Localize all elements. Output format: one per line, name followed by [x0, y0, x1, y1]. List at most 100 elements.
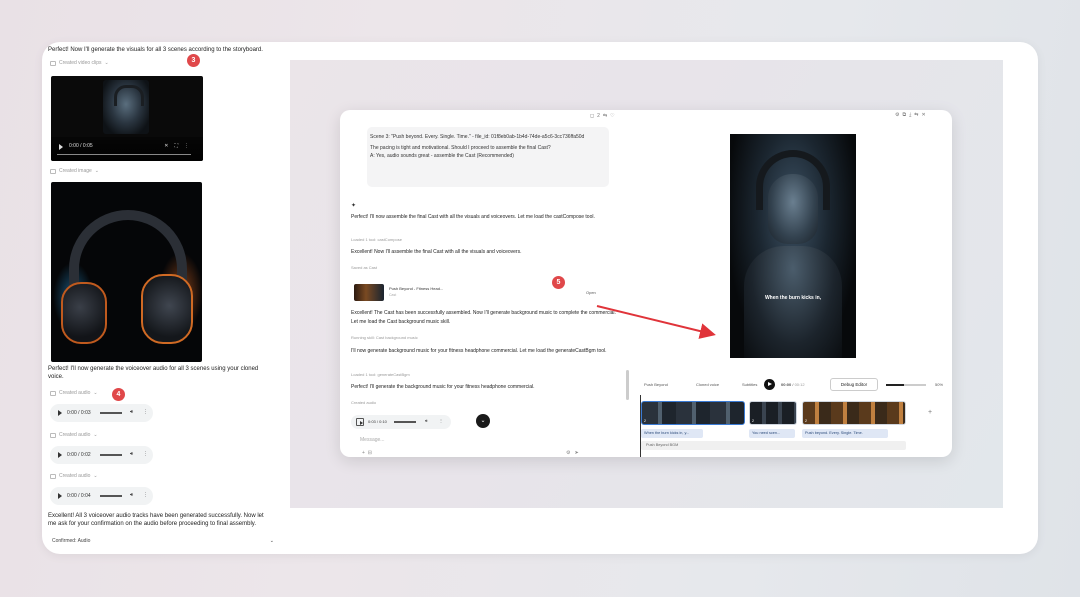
subtitle-chip-2[interactable]: You need scen... — [749, 429, 795, 438]
preview-video[interactable]: When the burn kicks in, — [730, 134, 856, 358]
audio-done-message: Excellent! All 3 voiceover audio tracks … — [48, 513, 264, 527]
video-player[interactable]: 0:00 / 0:05 ✕⛶⋮ — [51, 76, 203, 161]
audio-icon — [50, 390, 56, 396]
created-image-meta[interactable]: Created image ⌄ — [50, 168, 99, 174]
sparkle-icon: ✦ — [351, 203, 357, 209]
add-clip-icon[interactable]: + — [928, 409, 932, 416]
more-icon[interactable]: ⋮ — [439, 418, 443, 423]
audio-player-3[interactable]: 0:00 / 0:04 🔊︎ ⋮ — [50, 487, 153, 505]
timeline-clip-3[interactable]: 2 — [802, 401, 906, 425]
scroll-down-button[interactable]: ⌄ — [476, 414, 490, 428]
cast-title: Push Beyond - Fitness Head... — [389, 286, 444, 291]
cast-card[interactable]: Push Beyond - Fitness Head... Cast Open — [351, 281, 603, 303]
more-icon[interactable]: ⋮ — [184, 143, 195, 149]
volume-icon[interactable]: 🔊︎ — [130, 451, 133, 457]
music-track[interactable]: Push Beyond BGM — [641, 441, 906, 450]
play-icon[interactable] — [58, 452, 62, 458]
zoom-slider[interactable] — [886, 384, 926, 386]
cast-app-window: ◻2⇆♡ Scene 3: "Push beyond. Every. Singl… — [340, 110, 952, 457]
created-audio-meta[interactable]: Created audio — [351, 400, 376, 405]
chat-pane: ◻2⇆♡ Scene 3: "Push beyond. Every. Singl… — [340, 110, 632, 457]
created-audio-label: Created audio — [59, 473, 91, 479]
timeline-play-button[interactable] — [764, 379, 775, 390]
chevron-down-icon: ⌄ — [104, 60, 109, 66]
question-card: Scene 3: "Push beyond. Every. Single. Ti… — [367, 127, 609, 187]
mute-icon[interactable]: ✕ — [164, 143, 174, 149]
saved-cast-meta[interactable]: Saved as Cast — [351, 265, 377, 270]
audio-time: 0:00 / 0:03 — [67, 410, 91, 416]
play-icon[interactable] — [58, 493, 62, 499]
chevron-down-icon: ⌄ — [93, 432, 98, 438]
audio-progress[interactable] — [100, 454, 122, 456]
screenshot-stage: ◻2⇆♡ Scene 3: "Push beyond. Every. Singl… — [290, 60, 1003, 508]
chat-scrollbar[interactable] — [626, 370, 629, 400]
bgm-audio-player[interactable]: 0:03 / 0:10 🔊︎ ⋮ — [351, 415, 451, 429]
headphone-cup-right — [141, 274, 193, 344]
bgm-audio-progress[interactable] — [394, 421, 416, 423]
audio-time: 0:00 / 0:02 — [67, 452, 91, 458]
clip-label: 2 — [805, 419, 807, 423]
audio-player-2[interactable]: 0:00 / 0:02 🔊︎ ⋮ — [50, 446, 153, 464]
audio-icon — [50, 473, 56, 479]
audio-progress[interactable] — [100, 495, 122, 497]
track-push-beyond[interactable]: Push Beyond — [644, 382, 668, 387]
voiceover-message: Perfect! I'll now generate the voiceover… — [48, 366, 259, 380]
chevron-down-icon: ⌄ — [94, 168, 99, 174]
volume-icon[interactable]: 🔊︎ — [425, 418, 428, 423]
confirmed-audio-row[interactable]: Confirmed: Audio ⌄ — [52, 538, 274, 544]
preview-pane: ⚙⧉⤓⇆✕ When the burn kicks in, Push Beyon… — [632, 110, 952, 457]
created-image-label: Created image — [59, 168, 92, 174]
send-icon[interactable]: ➤ — [574, 450, 582, 456]
tool-meta-1[interactable]: Loaded 1 tool: castCompose — [351, 237, 402, 242]
play-icon[interactable] — [59, 144, 63, 150]
cast-subtitle: Cast — [389, 293, 397, 297]
chevron-down-icon: ⌄ — [93, 473, 98, 479]
more-icon[interactable]: ⋮ — [143, 409, 148, 415]
created-audio-meta-3[interactable]: Created audio ⌄ — [50, 473, 98, 479]
skill-meta[interactable]: Running skill: Cast background music — [351, 335, 418, 340]
preview-top-icons: ⚙⧉⤓⇆✕ — [895, 112, 929, 118]
audio-player-1[interactable]: 0:00 / 0:03 🔊︎ ⋮ — [50, 404, 153, 422]
step-badge-3: 3 — [187, 54, 200, 67]
created-video-meta[interactable]: Created video clips ⌄ — [50, 60, 109, 66]
tool-meta-2[interactable]: Loaded 1 tool: generateCastBgm — [351, 372, 410, 377]
input-right-icons: ⚙➤ — [566, 450, 583, 456]
more-icon[interactable]: ⋮ — [143, 492, 148, 498]
chat-message-4: I'll now generate background music for y… — [351, 348, 607, 354]
track-subtitles[interactable]: Subtitles — [742, 382, 757, 387]
created-audio-label: Created audio — [59, 390, 91, 396]
attach-icon[interactable]: ⊟ — [368, 450, 372, 456]
add-icon[interactable]: + — [362, 450, 365, 456]
subtitle-chip-3[interactable]: Push beyond. Every. Single. Time. — [802, 429, 888, 438]
debug-editor-button[interactable]: Debug Editor — [830, 378, 878, 391]
play-icon[interactable] — [356, 418, 364, 426]
close-icon[interactable]: ✕ — [921, 112, 928, 118]
message-input[interactable]: Message... — [360, 437, 384, 443]
image-icon — [50, 168, 56, 174]
timeline-clip-2[interactable]: 2 — [749, 401, 797, 425]
cast-thumbnail — [354, 284, 384, 301]
play-icon[interactable] — [58, 410, 62, 416]
more-icon[interactable]: ⋮ — [143, 451, 148, 457]
input-left-icons: + ⊟ — [362, 450, 372, 456]
audio-progress[interactable] — [100, 412, 122, 414]
volume-icon[interactable]: 🔊︎ — [130, 492, 133, 498]
headphone-image[interactable] — [51, 182, 202, 362]
audio-icon — [50, 432, 56, 438]
cast-open-button[interactable]: Open — [586, 290, 596, 295]
answer-line: A: Yes, audio sounds great - assemble th… — [370, 153, 514, 159]
created-audio-meta-2[interactable]: Created audio ⌄ — [50, 432, 98, 438]
clip-label: 2 — [644, 419, 646, 423]
subtitle-chip-1[interactable]: When the burn kicks in, y... — [641, 429, 703, 438]
headphone-cup-left — [61, 282, 107, 344]
volume-icon[interactable]: 🔊︎ — [130, 409, 133, 415]
created-audio-meta-1[interactable]: Created audio ⌄ — [50, 390, 98, 396]
timeline-time: 00:00 / 00:12 — [781, 382, 805, 387]
fullscreen-icon[interactable]: ⛶ — [174, 143, 184, 149]
video-progress[interactable] — [57, 153, 191, 155]
intro-message: Perfect! Now I'll generate the visuals f… — [48, 47, 263, 53]
timeline-clip-1[interactable]: 2 — [641, 401, 745, 425]
like-icon[interactable]: ♡ — [610, 113, 617, 119]
track-cloned-voice[interactable]: Cloned voice — [696, 382, 719, 387]
step-badge-4: 4 — [112, 388, 125, 401]
